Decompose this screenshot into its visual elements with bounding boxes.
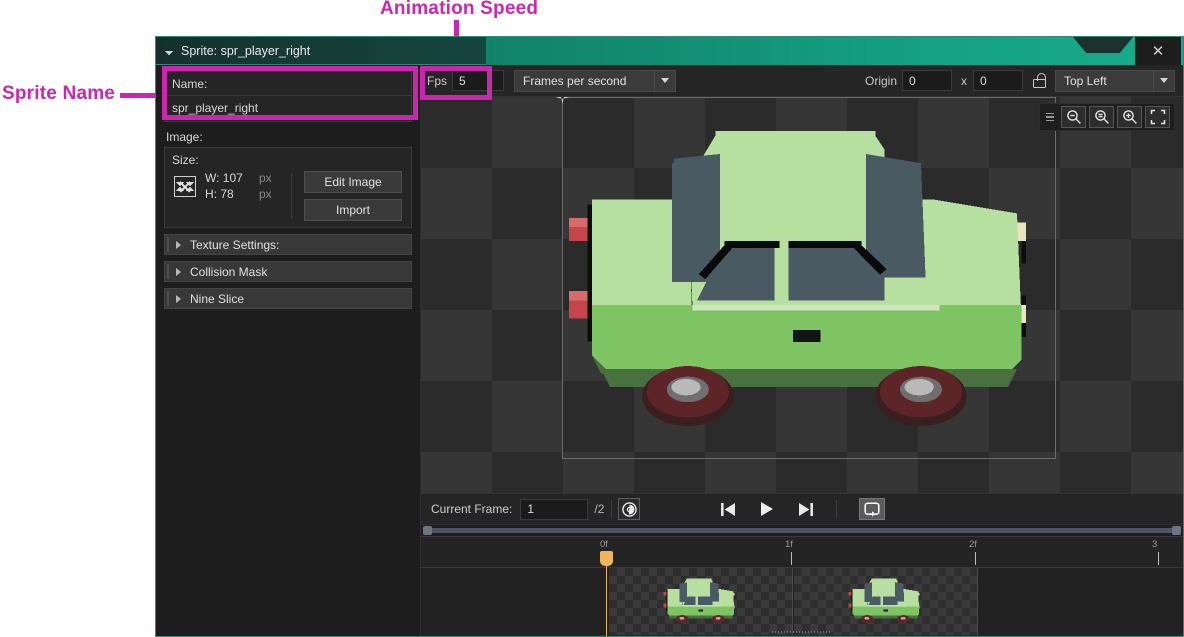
ruler-mark-label: 3 <box>1152 539 1158 550</box>
onion-skin-icon <box>622 501 637 517</box>
section-nine-slice-label: Nine Slice <box>190 291 245 306</box>
ruler-mark-label: 2f <box>969 539 977 550</box>
origin-preset-dropdown[interactable]: Top Left <box>1055 69 1175 92</box>
window-body: Name: Image: Size: <box>156 65 1183 636</box>
origin-preset-dropdown-button[interactable] <box>1153 69 1175 92</box>
edit-image-button[interactable]: Edit Image <box>304 171 402 193</box>
image-section: Image: Size: W: 107 px H: 78 px Edit Ima… <box>164 128 412 228</box>
divider <box>835 500 837 518</box>
size-box: Size: W: 107 px H: 78 px Edit Image Impo… <box>164 147 412 228</box>
annotation-sprite-name: Sprite Name <box>2 83 116 104</box>
tab-title: Sprite: spr_player_right <box>181 43 311 58</box>
import-button[interactable]: Import <box>304 199 402 221</box>
timeline-frames-strip[interactable] <box>421 568 1183 636</box>
sprite-canvas[interactable] <box>421 97 1183 493</box>
sprite-name-group: Name: <box>164 71 412 122</box>
frame-thumbnail <box>663 578 735 623</box>
timeline-scroll-handle-right[interactable] <box>1172 526 1181 535</box>
loop-button[interactable] <box>858 498 885 520</box>
close-icon[interactable]: ✕ <box>1135 37 1181 65</box>
current-frame-input[interactable] <box>520 498 589 520</box>
timeline-scroll-handle-left[interactable] <box>423 526 432 535</box>
annotation-animation-speed: Animation Speed <box>380 0 539 19</box>
zoom-reset-button[interactable] <box>1089 106 1114 128</box>
name-label: Name: <box>165 72 411 96</box>
sprite-height-row: H: 78 px <box>205 187 272 201</box>
speed-type-value: Frames per second <box>514 69 655 92</box>
window-notch-decoration <box>1073 37 1133 53</box>
sprite-editor-window: Sprite: spr_player_right ✕ Name: Image: … <box>155 36 1184 637</box>
skip-to-start-icon <box>720 502 735 516</box>
section-texture-settings[interactable]: Texture Settings: <box>164 234 412 255</box>
skip-to-end-button[interactable] <box>797 502 814 517</box>
timeline-scrollbar[interactable] <box>421 525 1183 536</box>
timeline-playhead-line <box>606 554 607 636</box>
chevron-right-icon <box>176 240 181 249</box>
current-frame-label: Current Frame: <box>431 502 513 516</box>
playback-controls <box>717 498 887 520</box>
timeline-ruler[interactable]: 0f 1f 2f 3 <box>421 536 1183 568</box>
sprite-editor-main: Fps Frames per second Origin x <box>421 65 1183 636</box>
speed-type-dropdown-button[interactable] <box>654 69 677 92</box>
editor-tab-sprite[interactable]: Sprite: spr_player_right <box>156 37 486 65</box>
onion-skin-button[interactable] <box>618 498 641 520</box>
play-icon <box>760 502 773 516</box>
sprite-height-value: H: 78 <box>205 187 234 201</box>
zoom-in-button[interactable] <box>1117 106 1142 128</box>
lock-open-icon[interactable] <box>1033 73 1046 88</box>
section-collision-mask[interactable]: Collision Mask <box>164 261 412 282</box>
chevron-right-icon <box>176 267 181 276</box>
timeline-frame-0[interactable] <box>609 568 793 635</box>
ruler-mark-label: 0f <box>600 539 608 550</box>
sprite-name-input[interactable] <box>165 96 411 121</box>
fps-input[interactable] <box>452 70 505 91</box>
total-frames-label: /2 <box>594 502 605 516</box>
section-texture-settings-label: Texture Settings: <box>190 237 280 252</box>
origin-separator: x <box>961 73 967 88</box>
resize-icon[interactable] <box>174 175 196 197</box>
image-label: Image: <box>166 130 203 144</box>
timeline-bottom-grip[interactable] <box>421 630 1183 634</box>
sprite-height-unit: px <box>259 187 272 201</box>
loop-icon <box>863 501 880 517</box>
frame-thumbnail <box>848 578 920 623</box>
canvas-zoom-toolbar <box>1039 103 1175 131</box>
origin-preset-value: Top Left <box>1055 69 1153 92</box>
origin-label: Origin <box>864 73 897 88</box>
sprite-width-value: W: 107 <box>205 171 243 185</box>
size-label: Size: <box>172 153 199 167</box>
chevron-right-icon <box>176 294 181 303</box>
sprite-width-row: W: 107 px <box>205 171 272 185</box>
skip-to-start-button[interactable] <box>720 502 737 517</box>
sprite-preview-image <box>562 122 1056 442</box>
fit-to-view-button[interactable] <box>1145 106 1170 128</box>
window-titlebar: Sprite: spr_player_right ✕ <box>156 37 1183 65</box>
ruler-mark-label: 1f <box>785 539 793 550</box>
sprite-properties-panel: Name: Image: Size: <box>156 65 421 636</box>
screenshot-root: Animation Speed Sprite Name Sprite: spr_… <box>0 0 1184 637</box>
chevron-down-icon <box>661 78 670 83</box>
sprite-width-unit: px <box>259 171 272 185</box>
drag-handle-icon[interactable] <box>1042 112 1058 122</box>
section-collision-mask-label: Collision Mask <box>190 264 268 279</box>
origin-crosshair-icon[interactable] <box>556 97 569 104</box>
play-button[interactable] <box>759 501 775 517</box>
zoom-out-button[interactable] <box>1061 106 1086 128</box>
animation-transport-bar: Current Frame: /2 <box>421 493 1183 524</box>
section-nine-slice[interactable]: Nine Slice <box>164 288 412 309</box>
skip-to-end-icon <box>798 502 813 516</box>
timeline-scroll-track[interactable] <box>425 528 1179 533</box>
tab-collapse-icon <box>164 46 174 55</box>
timeline-frame-1[interactable] <box>794 568 978 635</box>
fps-label: Fps <box>427 73 448 88</box>
divider <box>611 500 613 518</box>
speed-type-dropdown[interactable]: Frames per second <box>514 69 677 92</box>
sprite-toolbar: Fps Frames per second Origin x <box>421 65 1183 97</box>
origin-y-input[interactable] <box>973 70 1023 91</box>
chevron-down-icon <box>1160 78 1168 83</box>
origin-x-input[interactable] <box>902 70 952 91</box>
animation-timeline: 0f 1f 2f 3 <box>421 524 1183 636</box>
